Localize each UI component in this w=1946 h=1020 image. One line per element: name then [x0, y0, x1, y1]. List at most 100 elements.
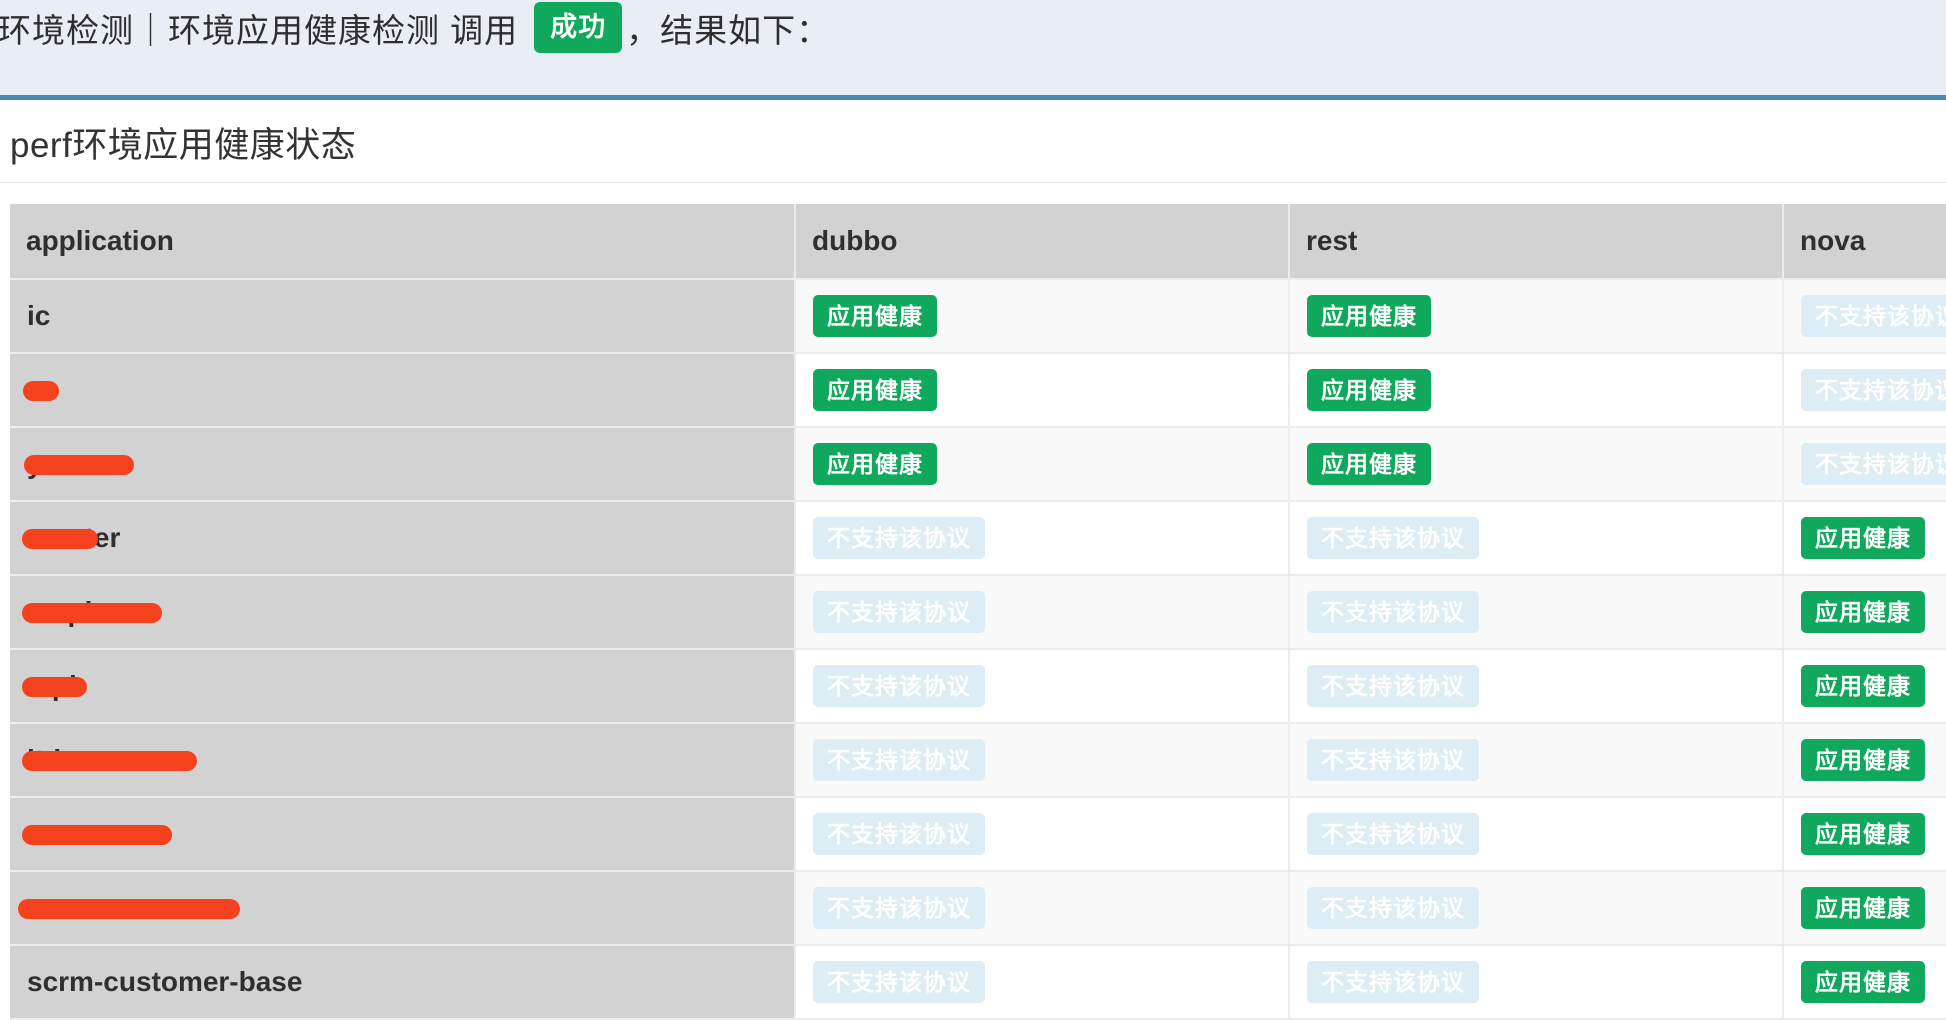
- dubbo-cell: 不支持该协议: [795, 575, 1290, 650]
- nova-cell: 应用健康: [1783, 575, 1946, 650]
- unsupported-badge: 不支持该协议: [813, 887, 985, 929]
- table-row: -api 不支持该协议 不支持该协议 应用健康: [10, 649, 1946, 724]
- dubbo-cell: 不支持该协议: [795, 723, 1290, 798]
- unsupported-badge: 不支持该协议: [813, 665, 985, 707]
- application-cell: e-api: [10, 575, 796, 650]
- dubbo-cell: 不支持该协议: [795, 501, 1290, 576]
- column-header-rest: rest: [1289, 204, 1784, 280]
- redaction-mark: [24, 455, 134, 475]
- message-header: 环境检测｜环境应用健康检测 调用 成功 ，结果如下：: [0, 0, 1946, 100]
- rest-cell: 应用健康: [1289, 427, 1784, 502]
- unsupported-badge: 不支持该协议: [813, 591, 985, 633]
- unsupported-badge: 不支持该协议: [1307, 887, 1479, 929]
- dubbo-cell: 应用健康: [795, 427, 1290, 502]
- unsupported-badge: 不支持该协议: [1307, 961, 1479, 1003]
- redaction-mark: [22, 677, 87, 697]
- nova-cell: 不支持该协议: [1783, 353, 1946, 428]
- rest-cell: 不支持该协议: [1289, 575, 1784, 650]
- unsupported-badge: 不支持该协议: [1801, 443, 1946, 485]
- table-row: y 应用健康 应用健康 不支持该协议: [10, 427, 1946, 502]
- healthy-badge: 应用健康: [1801, 739, 1925, 781]
- rest-cell: 不支持该协议: [1289, 501, 1784, 576]
- message-suffix: ，结果如下：: [626, 11, 831, 49]
- health-table: application dubbo rest nova ic 应用健康 应用健康 不支…: [10, 204, 1946, 1020]
- result-message: 环境检测｜环境应用健康检测 调用 成功 ，结果如下：: [0, 2, 831, 53]
- healthy-badge: 应用健康: [813, 369, 937, 411]
- application-cell: -api: [10, 649, 796, 724]
- healthy-badge: 应用健康: [1307, 443, 1431, 485]
- nova-cell: 应用健康: [1783, 797, 1946, 872]
- rest-cell: 不支持该协议: [1289, 945, 1784, 1020]
- success-badge: 成功: [534, 2, 623, 53]
- nova-cell: 不支持该协议: [1783, 279, 1946, 354]
- nova-cell: 应用健康: [1783, 649, 1946, 724]
- healthy-badge: 应用健康: [813, 295, 937, 337]
- table-row: ic 应用健康 应用健康 不支持该协议: [10, 279, 1946, 354]
- unsupported-badge: 不支持该协议: [1801, 369, 1946, 411]
- dubbo-cell: 不支持该协议: [795, 945, 1290, 1020]
- healthy-badge: 应用健康: [1801, 887, 1925, 929]
- column-header-dubbo: dubbo: [795, 204, 1290, 280]
- redaction-mark: [18, 899, 240, 919]
- healthy-badge: 应用健康: [1801, 517, 1925, 559]
- application-cell: ic: [10, 279, 796, 354]
- dubbo-cell: 不支持该协议: [795, 649, 1290, 724]
- application-cell: -center: [10, 501, 796, 576]
- column-header-application: application: [10, 204, 796, 280]
- table-row: it-base 不支持该协议 不支持该协议 应用健康: [10, 723, 1946, 798]
- table-header-row: application dubbo rest nova: [10, 204, 1946, 280]
- nova-cell: 应用健康: [1783, 871, 1946, 946]
- application-cell: [10, 353, 796, 428]
- rest-cell: 应用健康: [1289, 279, 1784, 354]
- nova-cell: 应用健康: [1783, 501, 1946, 576]
- redaction-mark: [22, 825, 172, 845]
- nova-cell: 应用健康: [1783, 723, 1946, 798]
- rest-cell: 不支持该协议: [1289, 797, 1784, 872]
- table-row: 应用健康 应用健康 不支持该协议: [10, 353, 1946, 428]
- dubbo-cell: 应用健康: [795, 279, 1290, 354]
- unsupported-badge: 不支持该协议: [1307, 591, 1479, 633]
- application-cell: it-base: [10, 723, 796, 798]
- healthy-badge: 应用健康: [1801, 813, 1925, 855]
- table-row: scrm-customer-base 不支持该协议 不支持该协议 应用健康: [10, 945, 1946, 1020]
- application-cell: -core: [10, 797, 796, 872]
- healthy-badge: 应用健康: [1307, 295, 1431, 337]
- message-prefix: 环境检测｜环境应用健康检测 调用: [0, 11, 519, 49]
- application-cell: scrm-customer-base: [10, 945, 796, 1020]
- rest-cell: 应用健康: [1289, 353, 1784, 428]
- unsupported-badge: 不支持该协议: [813, 813, 985, 855]
- table-row: e-api 不支持该协议 不支持该协议 应用健康: [10, 575, 1946, 650]
- redaction-mark: [22, 751, 197, 771]
- dubbo-cell: 应用健康: [795, 353, 1290, 428]
- dubbo-cell: 不支持该协议: [795, 797, 1290, 872]
- unsupported-badge: 不支持该协议: [1307, 813, 1479, 855]
- application-cell: -core: [10, 871, 796, 946]
- unsupported-badge: 不支持该协议: [1307, 739, 1479, 781]
- healthy-badge: 应用健康: [813, 443, 937, 485]
- unsupported-badge: 不支持该协议: [813, 739, 985, 781]
- application-name: scrm-customer-base: [27, 966, 303, 997]
- redaction-mark: [23, 381, 59, 401]
- dubbo-cell: 不支持该协议: [795, 871, 1290, 946]
- healthy-badge: 应用健康: [1801, 961, 1925, 1003]
- healthy-badge: 应用健康: [1801, 665, 1925, 707]
- rest-cell: 不支持该协议: [1289, 723, 1784, 798]
- rest-cell: 不支持该协议: [1289, 871, 1784, 946]
- unsupported-badge: 不支持该协议: [813, 517, 985, 559]
- table-row: -core 不支持该协议 不支持该协议 应用健康: [10, 797, 1946, 872]
- table-row: -center 不支持该协议 不支持该协议 应用健康: [10, 501, 1946, 576]
- healthy-badge: 应用健康: [1801, 591, 1925, 633]
- title-divider: [0, 182, 1946, 183]
- nova-cell: 应用健康: [1783, 945, 1946, 1020]
- unsupported-badge: 不支持该协议: [813, 961, 985, 1003]
- section-title: perf环境应用健康状态: [10, 126, 357, 165]
- unsupported-badge: 不支持该协议: [1307, 517, 1479, 559]
- unsupported-badge: 不支持该协议: [1307, 665, 1479, 707]
- table-body: ic应用健康应用健康不支持该协议应用健康应用健康不支持该协议y应用健康应用健康不…: [10, 279, 1946, 1020]
- application-name: ic: [27, 300, 51, 331]
- application-cell: y: [10, 427, 796, 502]
- redaction-mark: [22, 529, 98, 549]
- table-row: -core 不支持该协议 不支持该协议 应用健康: [10, 871, 1946, 946]
- healthy-badge: 应用健康: [1307, 369, 1431, 411]
- rest-cell: 不支持该协议: [1289, 649, 1784, 724]
